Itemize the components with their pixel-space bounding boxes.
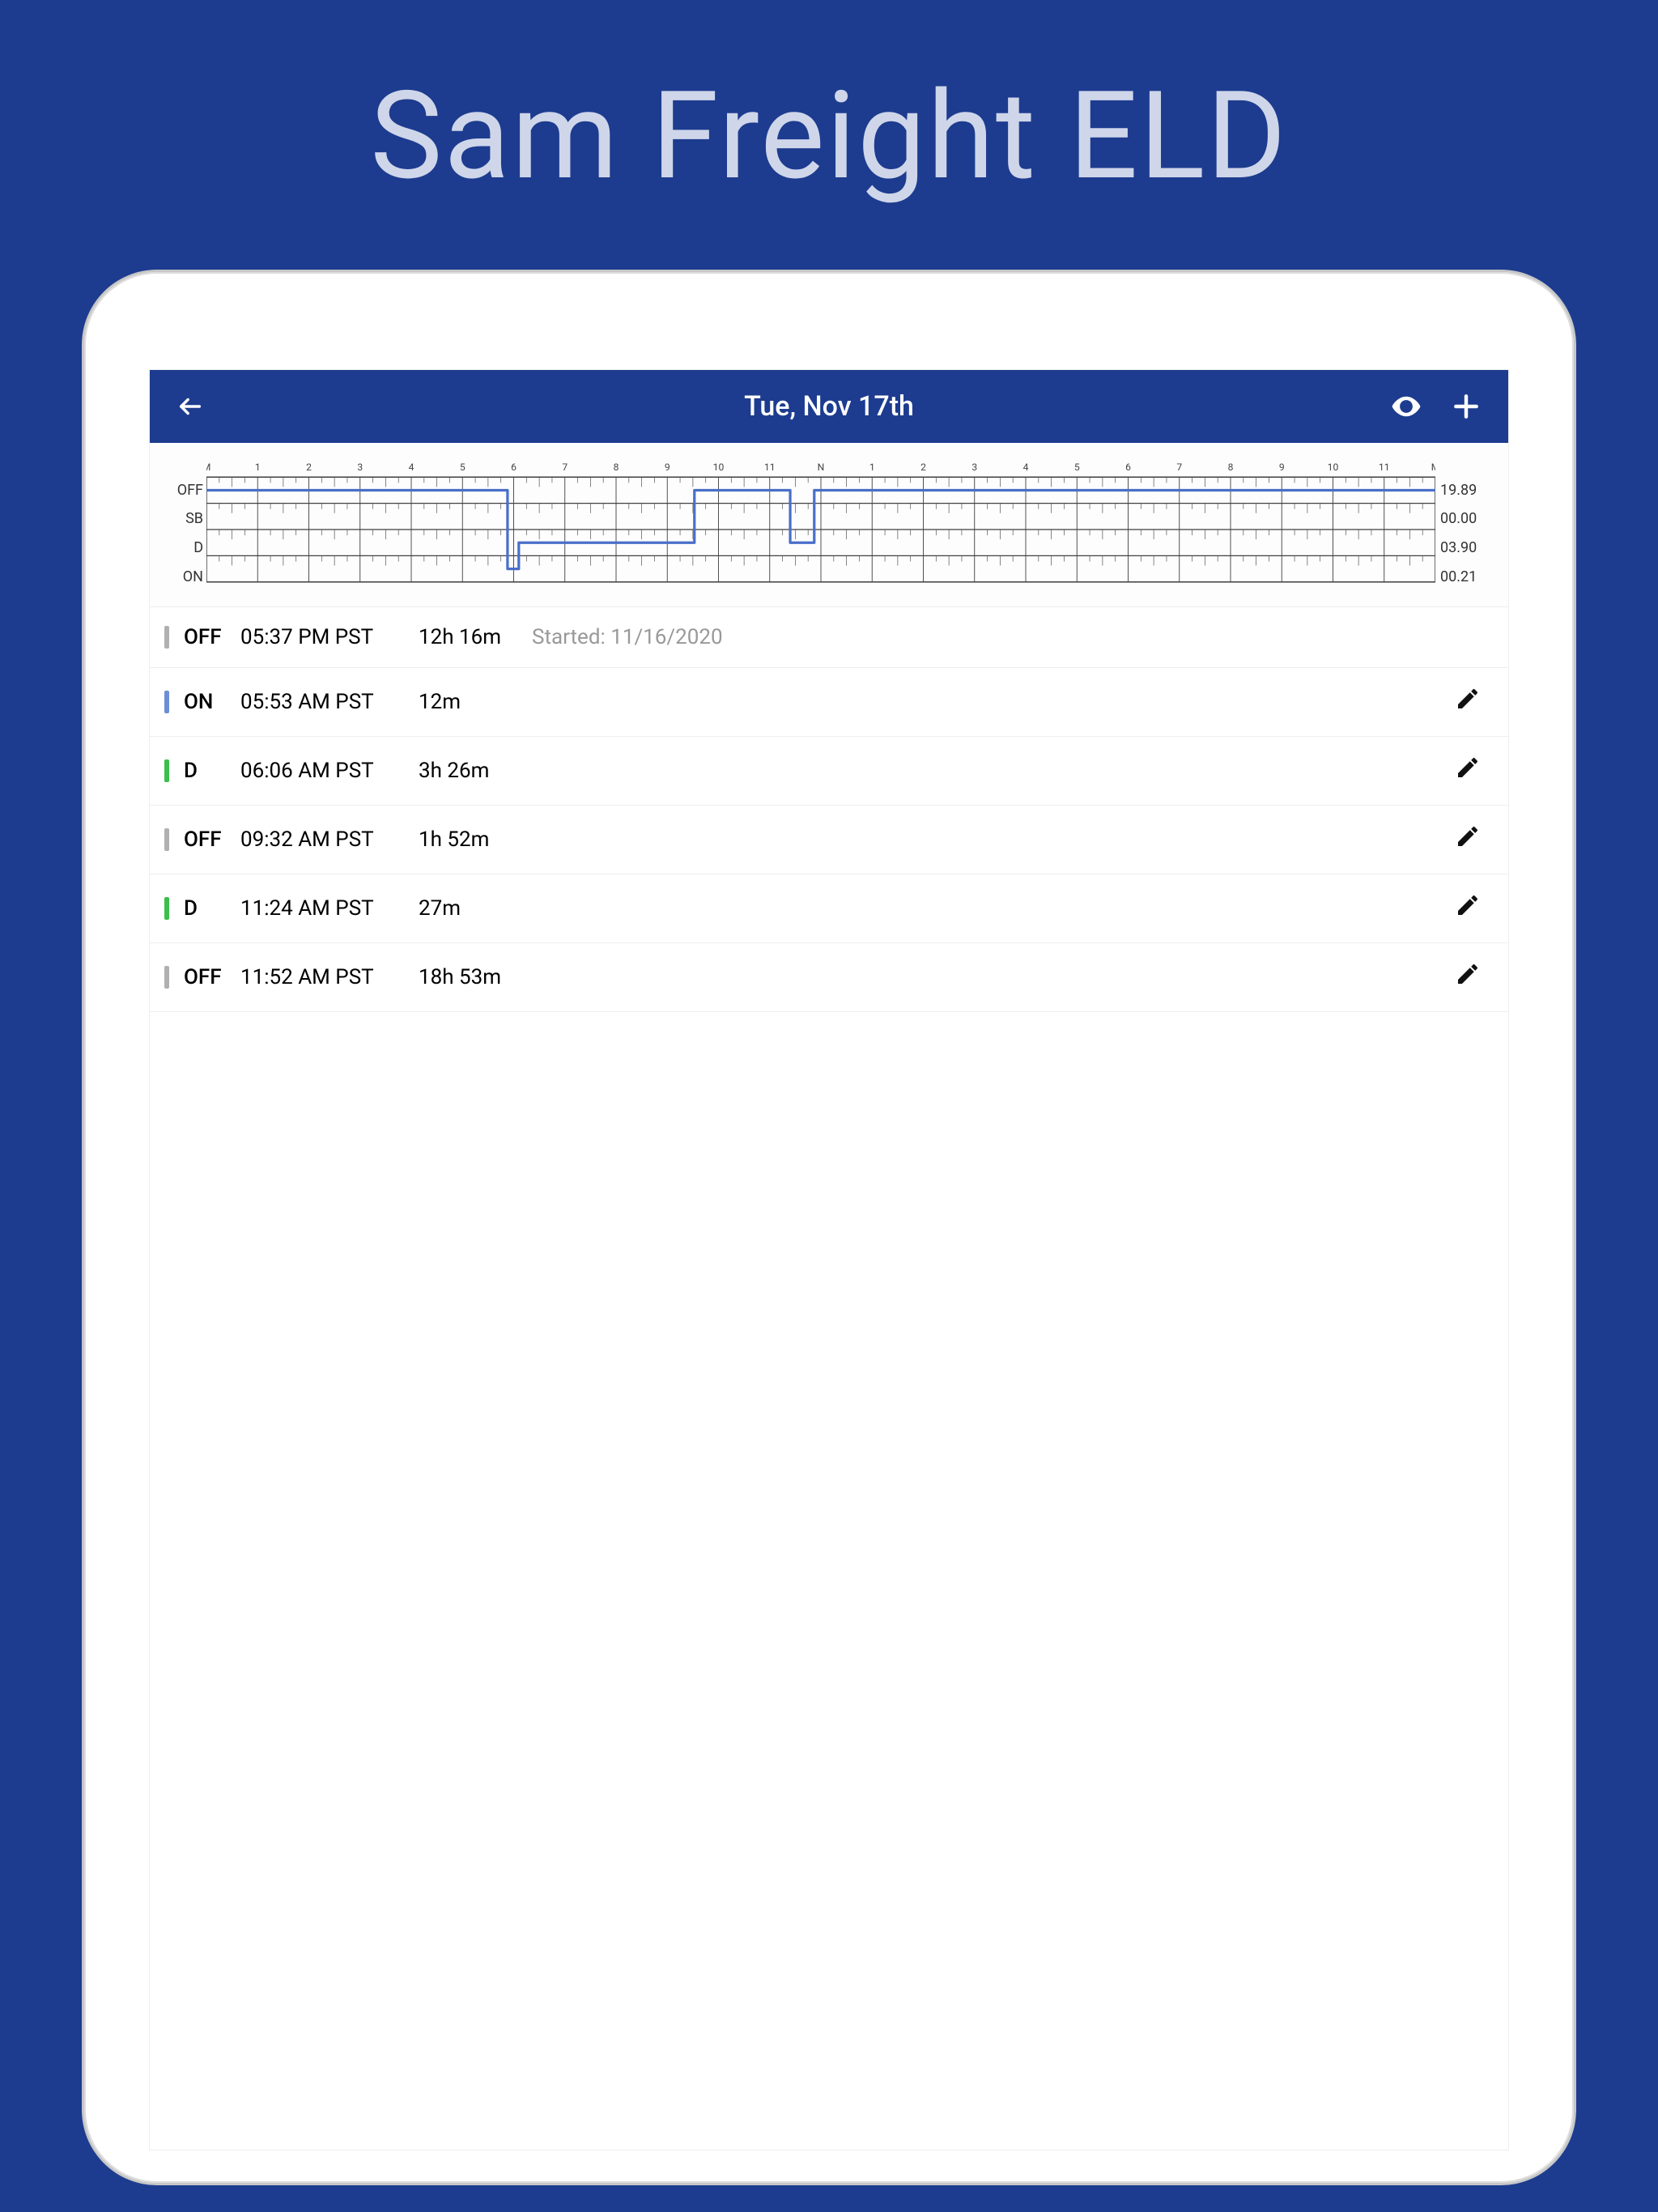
svg-text:1: 1 [869, 462, 875, 473]
event-time: 11:52 AM PST [240, 965, 419, 989]
event-status: OFF [184, 965, 240, 989]
svg-text:4: 4 [1023, 462, 1029, 473]
svg-text:10: 10 [1328, 462, 1339, 473]
svg-text:6: 6 [511, 462, 517, 473]
svg-text:2: 2 [920, 462, 926, 473]
page-title: Tue, Nov 17th [150, 390, 1508, 423]
svg-text:2: 2 [306, 462, 312, 473]
svg-text:8: 8 [614, 462, 619, 473]
edit-button[interactable] [1452, 823, 1484, 856]
graph-row-label: OFF [166, 477, 206, 503]
svg-text:9: 9 [1279, 462, 1285, 473]
back-button[interactable] [174, 390, 206, 423]
svg-text:7: 7 [562, 462, 568, 473]
event-duration: 3h 26m [419, 759, 532, 783]
graph-row-total: 03.90 [1440, 535, 1492, 561]
app-screen: Tue, Nov 17th OFFSBDON M1234567891011N12… [149, 369, 1509, 2150]
graph-row-label: SB [166, 506, 206, 532]
pencil-icon [1455, 892, 1481, 924]
status-color-bar [164, 691, 169, 713]
event-time: 06:06 AM PST [240, 759, 419, 783]
graph-row-label: ON [166, 564, 206, 590]
event-duration: 1h 52m [419, 827, 532, 852]
tablet-frame: Tue, Nov 17th OFFSBDON M1234567891011N12… [84, 272, 1574, 2183]
svg-text:11: 11 [1379, 462, 1390, 473]
event-status: D [184, 896, 240, 921]
hero-title: Sam Freight ELD [370, 65, 1287, 207]
event-status: D [184, 759, 240, 783]
graph-row-label: D [166, 535, 206, 561]
pencil-icon [1455, 686, 1481, 717]
status-color-bar [164, 828, 169, 851]
svg-text:N: N [818, 462, 825, 473]
event-row: D11:24 AM PST27m [150, 874, 1508, 943]
edit-button[interactable] [1452, 686, 1484, 718]
event-row: OFF11:52 AM PST18h 53m [150, 943, 1508, 1012]
event-time: 09:32 AM PST [240, 827, 419, 852]
graph-row-total: 00.21 [1440, 564, 1492, 590]
svg-text:3: 3 [971, 462, 977, 473]
event-note: Started: 11/16/2020 [532, 625, 723, 649]
status-color-bar [164, 897, 169, 920]
status-color-bar [164, 626, 169, 649]
view-button[interactable] [1388, 389, 1424, 424]
event-time: 05:37 PM PST [240, 625, 419, 649]
pencil-icon [1455, 961, 1481, 993]
app-bar: Tue, Nov 17th [150, 370, 1508, 443]
svg-text:4: 4 [409, 462, 414, 473]
svg-text:1: 1 [255, 462, 261, 473]
event-status: OFF [184, 827, 240, 852]
graph-row-total: 19.89 [1440, 477, 1492, 503]
svg-text:M: M [206, 462, 210, 473]
hos-graph-panel: OFFSBDON M1234567891011N1234567891011M 1… [150, 443, 1508, 607]
graph-row-total: 00.00 [1440, 506, 1492, 532]
svg-text:9: 9 [665, 462, 670, 473]
event-duration: 27m [419, 896, 532, 921]
svg-text:7: 7 [1176, 462, 1182, 473]
event-status: OFF [184, 625, 240, 649]
event-duration: 12m [419, 690, 532, 714]
edit-button[interactable] [1452, 892, 1484, 925]
svg-text:3: 3 [357, 462, 363, 473]
event-duration: 18h 53m [419, 965, 532, 989]
svg-text:5: 5 [460, 462, 466, 473]
event-time: 11:24 AM PST [240, 896, 419, 921]
pencil-icon [1455, 755, 1481, 786]
svg-text:5: 5 [1074, 462, 1080, 473]
arrow-left-icon [176, 393, 204, 420]
event-list: OFF05:37 PM PST12h 16mStarted: 11/16/202… [150, 607, 1508, 2150]
edit-button[interactable] [1452, 961, 1484, 993]
status-color-bar [164, 759, 169, 782]
svg-text:11: 11 [764, 462, 776, 473]
svg-text:6: 6 [1125, 462, 1131, 473]
event-time: 05:53 AM PST [240, 690, 419, 714]
event-row: ON05:53 AM PST12m [150, 668, 1508, 737]
event-row: D06:06 AM PST3h 26m [150, 737, 1508, 806]
event-status: ON [184, 690, 240, 714]
graph-row-totals: 19.89 00.00 03.90 00.21 [1435, 459, 1492, 590]
svg-text:8: 8 [1228, 462, 1234, 473]
edit-button[interactable] [1452, 755, 1484, 787]
event-duration: 12h 16m [419, 625, 532, 649]
graph-row-labels: OFF SB D ON [166, 459, 206, 590]
add-button[interactable] [1448, 389, 1484, 424]
hos-graph: M1234567891011N1234567891011M [206, 459, 1435, 590]
event-row: OFF09:32 AM PST1h 52m [150, 806, 1508, 874]
event-row: OFF05:37 PM PST12h 16mStarted: 11/16/202… [150, 607, 1508, 668]
eye-icon [1389, 389, 1423, 423]
plus-icon [1451, 391, 1482, 422]
status-color-bar [164, 966, 169, 989]
pencil-icon [1455, 823, 1481, 855]
svg-text:10: 10 [713, 462, 725, 473]
